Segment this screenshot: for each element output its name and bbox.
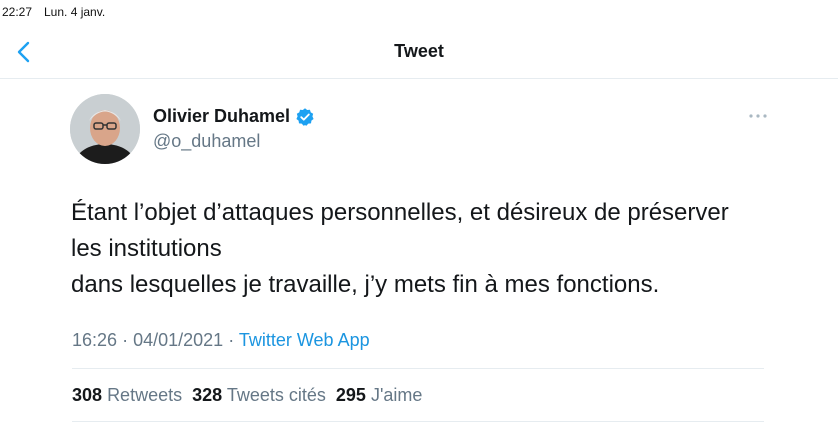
meta-separator: · <box>122 330 129 350</box>
retweets-label: Retweets <box>107 385 183 405</box>
status-bar: 22:27 Lun. 4 janv. <box>0 0 838 24</box>
author-name[interactable]: Olivier Duhamel <box>153 106 290 127</box>
tweet-meta: 16:26 · 04/01/2021 · Twitter Web App <box>72 330 370 351</box>
quote-tweets-stat[interactable]: 328 Tweets cités <box>192 385 326 406</box>
more-options-button[interactable] <box>746 108 770 124</box>
tweet-text-line: les institutions <box>71 235 222 262</box>
tweet-date[interactable]: 04/01/2021 <box>133 330 223 350</box>
meta-separator: · <box>228 330 235 350</box>
nav-bar: Tweet <box>0 24 838 79</box>
divider <box>72 421 764 422</box>
author-name-row[interactable]: Olivier Duhamel <box>153 106 315 127</box>
divider <box>72 368 764 369</box>
tweet-source-link[interactable]: Twitter Web App <box>239 330 370 350</box>
verified-badge-icon <box>296 107 314 126</box>
quote-tweets-count: 328 <box>192 385 223 405</box>
more-horizontal-icon <box>749 114 767 118</box>
likes-count: 295 <box>335 385 366 405</box>
likes-stat[interactable]: 295 J'aime <box>336 385 423 406</box>
tweet-text-line: dans lesquelles je travaille, j’y mets f… <box>71 271 660 298</box>
author-handle[interactable]: @o_duhamel <box>153 131 260 152</box>
retweets-stat[interactable]: 308 Retweets <box>72 385 182 406</box>
likes-label: J'aime <box>370 385 423 405</box>
page-title: Tweet <box>394 41 444 61</box>
tweet-text-line: Étant l’objet d’attaques personnelles, e… <box>71 199 729 226</box>
status-date: Lun. 4 janv. <box>44 5 106 19</box>
tweet-text: Étant l’objet d’attaques personnelles, e… <box>71 195 811 303</box>
avatar[interactable] <box>70 94 140 164</box>
retweets-count: 308 <box>72 385 103 405</box>
avatar-image <box>70 94 140 164</box>
status-time: 22:27 <box>2 5 33 19</box>
tweet-time[interactable]: 16:26 <box>72 330 117 350</box>
tweet-stats: 308 Retweets 328 Tweets cités 295 J'aime <box>72 385 422 406</box>
quote-tweets-label: Tweets cités <box>226 385 326 405</box>
